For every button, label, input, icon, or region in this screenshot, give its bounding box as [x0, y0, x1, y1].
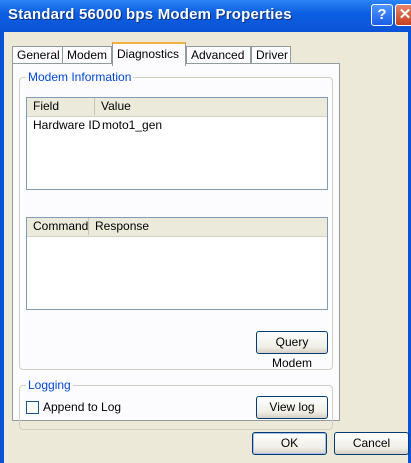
tab-general-label: General [17, 48, 60, 62]
tab-driver-label: Driver [256, 48, 288, 62]
view-log-button[interactable]: View log [256, 396, 328, 419]
dialog-body: General Modem Diagnostics Advanced Drive… [4, 32, 409, 463]
tab-modem-label: Modem [67, 48, 108, 62]
tab-diagnostics[interactable]: Diagnostics [112, 42, 186, 66]
tab-advanced-label: Advanced [191, 48, 245, 62]
append-to-log-label[interactable]: Append to Log [43, 400, 121, 414]
column-header-field[interactable]: Field [27, 98, 95, 115]
column-header-command[interactable]: Command [27, 218, 89, 235]
cancel-button[interactable]: Cancel [334, 432, 409, 455]
tab-modem[interactable]: Modem [62, 46, 112, 64]
tab-general[interactable]: General [12, 46, 63, 64]
append-to-log-checkbox[interactable] [26, 401, 39, 414]
help-icon: ? [377, 6, 387, 23]
value-cell[interactable]: moto1_gen [102, 118, 162, 132]
tab-diagnostics-label: Diagnostics [117, 47, 180, 61]
column-header-value[interactable]: Value [95, 98, 329, 115]
modem-information-label: Modem Information [26, 70, 134, 84]
modem-information-group: Modem Information Field Value Hardware I… [19, 70, 333, 370]
modem-properties-window: Standard 56000 bps Modem Properties ? ✕ … [0, 0, 411, 463]
tab-driver[interactable]: Driver [251, 46, 291, 64]
modem-info-header: Field Value [27, 98, 327, 117]
column-header-response[interactable]: Response [89, 218, 329, 235]
query-modem-button[interactable]: Query Modem [256, 331, 328, 370]
field-cell[interactable]: Hardware ID [33, 118, 100, 132]
close-icon: ✕ [398, 6, 411, 23]
modem-info-list[interactable]: Field Value Hardware ID moto1_gen [26, 97, 328, 190]
logging-label: Logging [26, 378, 73, 392]
title-bar[interactable]: Standard 56000 bps Modem Properties ? ✕ [0, 0, 411, 32]
command-response-list[interactable]: Command Response [26, 217, 328, 310]
ok-button[interactable]: OK [252, 432, 327, 455]
window-title: Standard 56000 bps Modem Properties [8, 6, 292, 23]
tab-advanced[interactable]: Advanced [186, 46, 251, 64]
logging-group: Logging Append to Log View log [19, 378, 333, 430]
diagnostics-panel: Modem Information Field Value Hardware I… [12, 63, 340, 430]
close-button[interactable]: ✕ [395, 4, 411, 26]
help-button[interactable]: ? [371, 4, 393, 26]
command-response-header: Command Response [27, 218, 327, 237]
